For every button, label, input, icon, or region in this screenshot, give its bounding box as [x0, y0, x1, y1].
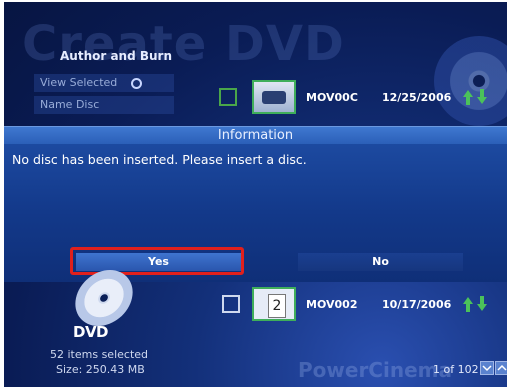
dialog-message: No disc has been inserted. Please insert… [12, 152, 307, 167]
video-thumbnail: 2 [252, 287, 296, 321]
move-up-icon[interactable] [463, 90, 473, 97]
dvd-logo: DVD [73, 323, 109, 341]
car-image-icon [262, 91, 286, 104]
background-title: Create DVD [22, 16, 345, 72]
chevron-down-icon [482, 365, 492, 372]
list-item[interactable]: MOV00C 12/25/2006 [4, 80, 507, 116]
move-up-stem [466, 97, 470, 105]
no-button[interactable]: No [298, 253, 463, 271]
brand-watermark: PowerCinema [298, 358, 452, 382]
page-indicator: 1 of 102 [433, 363, 479, 376]
move-up-stem [466, 304, 470, 312]
yes-button[interactable]: Yes [76, 253, 241, 271]
select-checkbox[interactable] [222, 295, 240, 313]
dialog-title: Information [4, 126, 507, 144]
size-text: Size: 250.43 MB [56, 363, 145, 376]
select-checkbox[interactable] [219, 88, 237, 106]
file-date: 10/17/2006 [382, 298, 452, 311]
move-down-stem [480, 89, 484, 97]
chevron-up-icon [497, 364, 507, 371]
file-name: MOV002 [306, 298, 358, 311]
page-up-button[interactable] [495, 361, 507, 375]
menu-title: Author and Burn [60, 49, 173, 63]
create-dvd-screen: Create DVD Author and Burn View Selected… [4, 2, 507, 387]
items-selected-text: 52 items selected [50, 348, 149, 361]
file-date: 12/25/2006 [382, 91, 452, 104]
video-thumbnail [252, 80, 296, 114]
thumbnail-number: 2 [268, 294, 286, 318]
information-dialog: Information No disc has been inserted. P… [4, 126, 507, 282]
move-down-stem [480, 296, 484, 304]
move-down-icon[interactable] [477, 97, 487, 104]
file-name: MOV00C [306, 91, 358, 104]
move-down-icon[interactable] [477, 304, 487, 311]
move-up-icon[interactable] [463, 297, 473, 304]
page-down-button[interactable] [480, 361, 494, 375]
